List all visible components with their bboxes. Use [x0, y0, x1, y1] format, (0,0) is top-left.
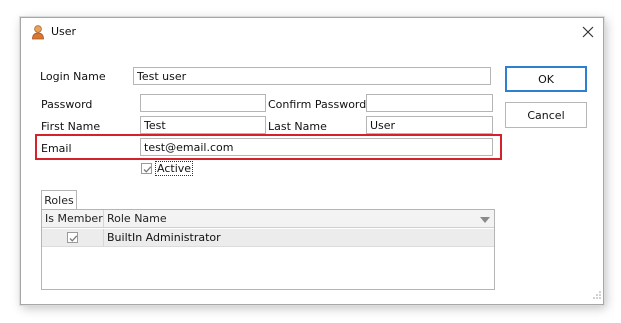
user-icon: [30, 24, 46, 40]
user-dialog: User Login Name Password Confirm Passwor…: [20, 17, 604, 305]
resize-grip-icon[interactable]: [593, 289, 601, 302]
check-icon: [143, 166, 152, 173]
table-row[interactable]: BuiltIn Administrator: [42, 229, 494, 247]
is-member-checkbox[interactable]: [67, 232, 78, 243]
close-icon: [582, 26, 594, 38]
tab-roles[interactable]: Roles: [41, 190, 77, 210]
close-button[interactable]: [579, 23, 597, 41]
grid-header: Is Member Role Name: [42, 210, 494, 228]
confirm-password-field[interactable]: [366, 94, 493, 112]
login-name-label: Login Name: [40, 70, 106, 83]
roles-grid: Is Member Role Name BuiltIn Administrato…: [41, 209, 495, 290]
email-label: Email: [41, 142, 72, 155]
column-header-is-member[interactable]: Is Member: [45, 212, 103, 225]
check-icon: [69, 235, 78, 242]
first-name-label: First Name: [41, 120, 101, 133]
email-field[interactable]: [140, 138, 493, 156]
password-field[interactable]: [140, 94, 266, 112]
first-name-field[interactable]: [140, 116, 266, 134]
cancel-button[interactable]: Cancel: [505, 102, 587, 128]
ok-button[interactable]: OK: [505, 66, 587, 92]
column-divider[interactable]: [103, 210, 104, 227]
role-name-cell: BuiltIn Administrator: [107, 231, 221, 244]
active-label[interactable]: Active: [155, 161, 194, 176]
password-label: Password: [41, 98, 93, 111]
last-name-field[interactable]: [366, 116, 493, 134]
confirm-password-label: Confirm Password: [268, 98, 367, 111]
column-header-role-name[interactable]: Role Name: [107, 212, 167, 225]
sort-arrow-icon[interactable]: [480, 214, 490, 227]
window-title: User: [51, 25, 77, 38]
active-checkbox[interactable]: [141, 163, 152, 174]
login-name-field[interactable]: [133, 67, 491, 85]
title-bar[interactable]: User: [21, 18, 603, 46]
cell-divider: [103, 229, 104, 246]
last-name-label: Last Name: [268, 120, 327, 133]
